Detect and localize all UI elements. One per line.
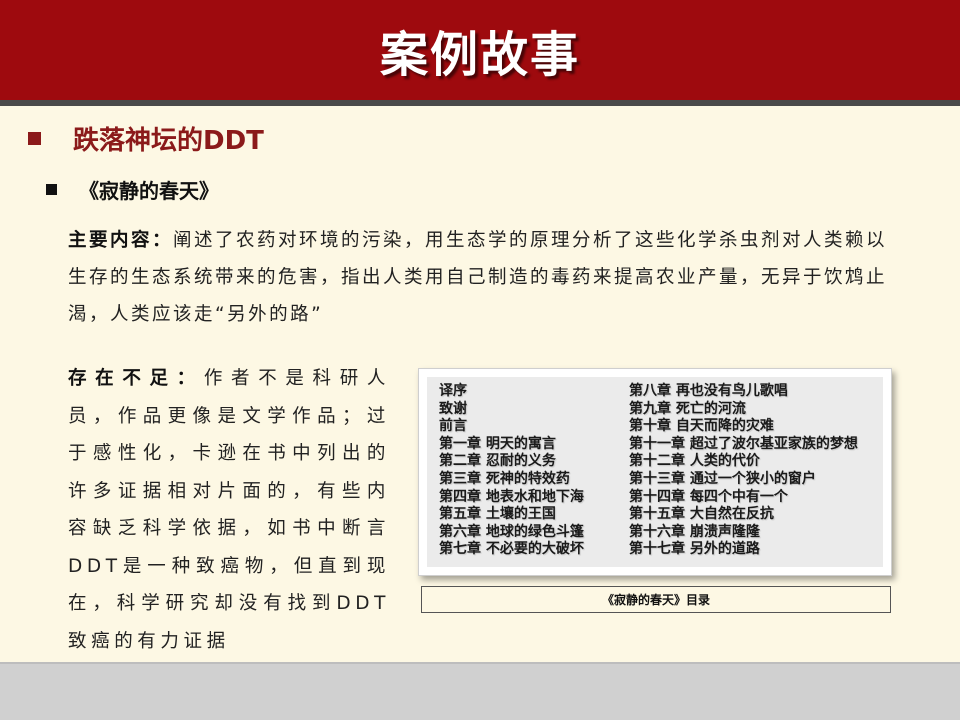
toc-item: 致谢 <box>439 400 467 417</box>
shortcomings-paragraph: 存在不足：作者不是科研人员，作品更像是文学作品；过于感性化，卡逊在书中列出的许多… <box>68 360 390 660</box>
square-bullet-icon <box>28 131 41 145</box>
slide-title: 案例故事 <box>379 27 580 83</box>
toc-item: 第九章 死亡的河流 <box>629 400 746 417</box>
toc-item: 前言 <box>439 418 467 435</box>
toc-item: 第四章 地表水和地下海 <box>439 488 584 505</box>
toc-item: 第十一章 超过了波尔基亚家族的梦想 <box>629 435 858 452</box>
toc-right-column: 第八章 再也没有鸟儿歌唱 第九章 死亡的河流 第十章 自天而降的灾难 第十一章 … <box>629 383 858 567</box>
toc-panel: 译序 致谢 前言 第一章 明天的寓言 第二章 忍耐的义务 第三章 死神的特效药 … <box>427 377 883 567</box>
shortcomings-text: 作者不是科研人员，作品更像是文学作品；过于感性化，卡逊在书中列出的许多证据相对片… <box>68 368 390 652</box>
section-heading: 跌落神坛的DDT <box>28 118 264 158</box>
toc-item: 第十二章 人类的代价 <box>629 453 760 470</box>
toc-item: 第十五章 大自然在反抗 <box>629 506 774 523</box>
subsection-heading: 《寂静的春天》 <box>46 172 219 206</box>
table-of-contents-image: 译序 致谢 前言 第一章 明天的寓言 第二章 忍耐的义务 第三章 死神的特效药 … <box>418 368 892 576</box>
toc-item: 第五章 土壤的王国 <box>439 506 556 523</box>
subsection-heading-text: 《寂静的春天》 <box>79 178 219 203</box>
header-divider <box>0 100 960 106</box>
main-content-paragraph: 主要内容：阐述了农药对环境的污染，用生态学的原理分析了这些化学杀虫剂对人类赖以生… <box>68 222 898 333</box>
shortcomings-label: 存在不足： <box>68 368 204 389</box>
toc-item: 译序 <box>439 383 467 399</box>
toc-item: 第八章 再也没有鸟儿歌唱 <box>629 383 788 399</box>
square-bullet-icon <box>46 183 57 195</box>
toc-item: 第二章 忍耐的义务 <box>439 453 556 470</box>
main-content-label: 主要内容： <box>68 230 174 251</box>
toc-left-column: 译序 致谢 前言 第一章 明天的寓言 第二章 忍耐的义务 第三章 死神的特效药 … <box>439 383 629 567</box>
toc-item: 第十七章 另外的道路 <box>629 541 760 558</box>
toc-item: 第三章 死神的特效药 <box>439 470 570 487</box>
section-heading-text: 跌落神坛的DDT <box>73 125 264 156</box>
toc-item: 第六章 地球的绿色斗篷 <box>439 523 584 540</box>
toc-item: 第十章 自天而降的灾难 <box>629 418 774 435</box>
toc-item: 第一章 明天的寓言 <box>439 435 556 452</box>
toc-item: 第七章 不必要的大破坏 <box>439 541 584 558</box>
toc-caption: 《寂静的春天》目录 <box>421 586 891 613</box>
toc-item: 第十三章 通过一个狭小的窗户 <box>629 470 816 487</box>
title-banner: 案例故事 <box>0 0 960 100</box>
main-content-text: 阐述了农药对环境的污染，用生态学的原理分析了这些化学杀虫剂对人类赖以生存的生态系… <box>68 230 888 325</box>
footer-bar <box>0 664 960 720</box>
toc-item: 第十四章 每四个中有一个 <box>629 488 788 505</box>
toc-item: 第十六章 崩溃声隆隆 <box>629 523 760 540</box>
